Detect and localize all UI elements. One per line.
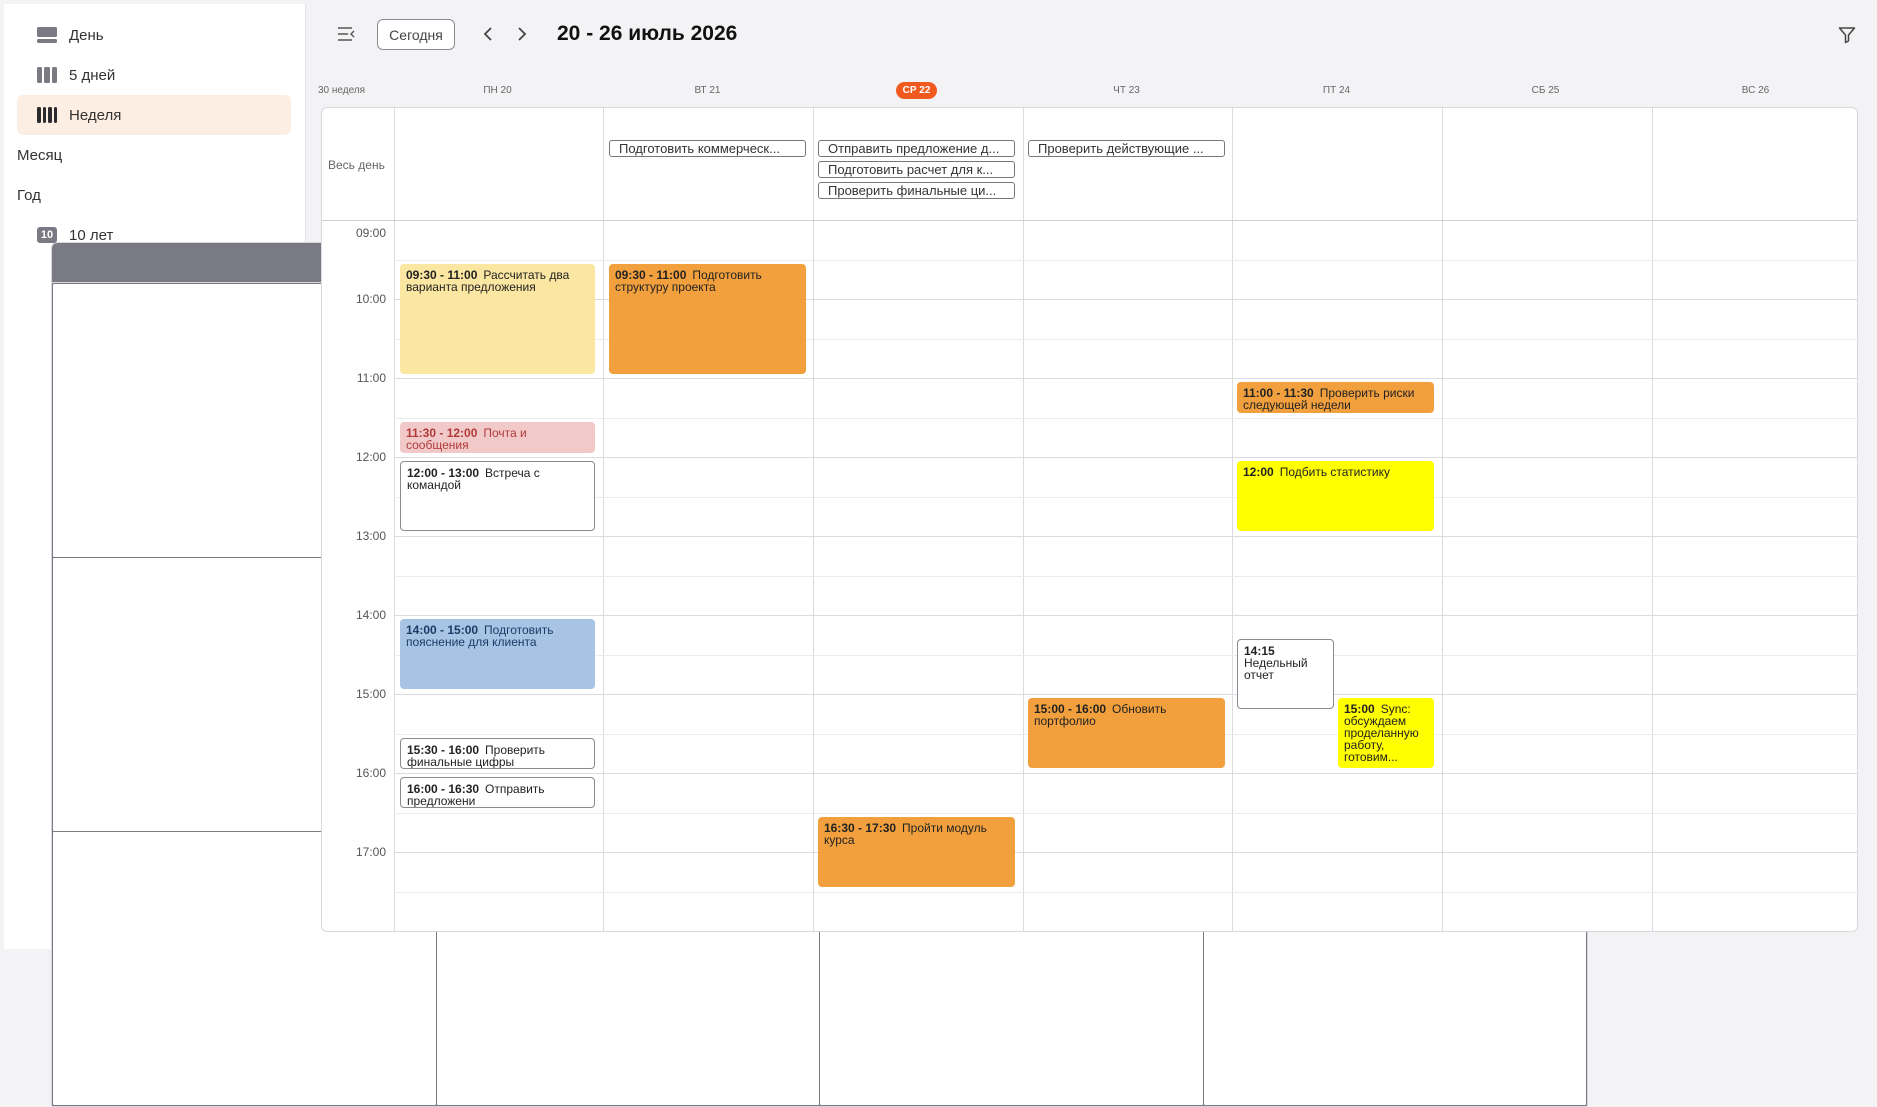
calendar-main: Сегодня 20 - 26 июль 2026 30 неделя ПН 2… — [307, 0, 1877, 949]
sidebar-item-five-days[interactable]: 5 дней — [17, 55, 291, 95]
all-day-label: Весь день — [328, 158, 385, 172]
week-number: 30 неделя — [318, 85, 366, 96]
time-label: 12:00 — [355, 450, 386, 464]
time-label: 15:00 — [355, 687, 386, 701]
time-label: 14:00 — [355, 608, 386, 622]
all-day-event[interactable]: Подготовить коммерческ... — [609, 140, 806, 157]
day-view-icon — [37, 27, 57, 43]
event[interactable]: 15:00 Sync: обсуждаем проделанную работу,… — [1338, 698, 1434, 768]
day-header-wed[interactable]: СР 22 — [812, 82, 1021, 99]
event-time: 12:00 — [1243, 465, 1274, 479]
day-header-thu[interactable]: ЧТ 23 — [1022, 85, 1231, 96]
day-header-sat[interactable]: СБ 25 — [1441, 85, 1650, 96]
today-button[interactable]: Сегодня — [377, 19, 455, 50]
all-day-event[interactable]: Подготовить расчет для к... — [818, 161, 1015, 178]
all-day-event[interactable]: Проверить действующие ... — [1028, 140, 1225, 157]
sidebar-item-year[interactable]: Год — [17, 175, 1588, 1107]
chevron-right-icon[interactable] — [514, 26, 528, 42]
event[interactable]: 14:15 Недельный отчет — [1237, 639, 1334, 709]
today-indicator: СР 22 — [895, 82, 938, 99]
event-title: Недельный отчет — [1244, 656, 1308, 682]
sidebar-item-label: 10 лет — [69, 226, 114, 244]
week-grid[interactable]: Весь день 09:00 10:00 11:00 12:00 13:00 … — [321, 107, 1858, 932]
all-day-event[interactable]: Проверить финальные ци... — [818, 182, 1015, 199]
chevron-left-icon[interactable] — [482, 26, 496, 42]
sidebar-item-label: Месяц — [17, 146, 63, 164]
sidebar-item-label: День — [69, 26, 104, 44]
time-label: 16:00 — [355, 766, 386, 780]
sidebar-item-day[interactable]: День — [17, 15, 291, 55]
event[interactable]: 11:00 - 11:30 Проверить риски следующей н… — [1237, 382, 1434, 413]
sidebar-item-week[interactable]: Неделя — [17, 95, 291, 135]
sidebar-item-label: Год — [17, 186, 41, 204]
event[interactable]: 12:00 Подбить статистику — [1237, 461, 1434, 531]
week-view-icon — [37, 107, 57, 123]
decade-view-icon: 10 — [37, 227, 57, 243]
time-label: 09:00 — [355, 226, 386, 240]
five-days-view-icon — [37, 67, 57, 83]
day-header-sun[interactable]: ВС 26 — [1651, 85, 1860, 96]
collapse-sidebar-icon[interactable] — [337, 26, 355, 42]
day-header-fri[interactable]: ПТ 24 — [1232, 85, 1441, 96]
event[interactable]: 14:00 - 15:00 Подготовить пояснение для к… — [400, 619, 595, 689]
view-sidebar: День 5 дней Неделя Месяц Год 10 10 лет — [4, 4, 1588, 1107]
event-title: Подбить статистику — [1279, 465, 1390, 479]
event[interactable]: 09:30 - 11:00 Подготовить структуру проек… — [609, 264, 806, 374]
time-label: 13:00 — [355, 529, 386, 543]
filter-icon[interactable] — [1838, 26, 1856, 44]
sidebar-item-label: 5 дней — [69, 66, 116, 84]
event[interactable]: 16:30 - 17:30 Пройти модуль курса — [818, 817, 1015, 887]
time-label: 17:00 — [355, 845, 386, 859]
sidebar-item-label: Неделя — [69, 106, 122, 124]
event[interactable]: 15:00 - 16:00 Обновить портфолио — [1028, 698, 1225, 768]
sidebar-item-decade[interactable]: 10 10 лет — [17, 215, 291, 255]
sidebar-item-month[interactable]: Месяц — [17, 135, 1588, 1067]
event[interactable]: 16:00 - 16:30 Отправить предложени — [400, 777, 595, 808]
event[interactable]: 12:00 - 13:00 Встреча с командой — [400, 461, 595, 531]
day-header-mon[interactable]: ПН 20 — [393, 85, 602, 96]
date-range-title: 20 - 26 июль 2026 — [557, 22, 738, 45]
time-label: 11:00 — [356, 371, 386, 385]
event[interactable]: 15:30 - 16:00 Проверить финальные цифры — [400, 738, 595, 769]
all-day-event[interactable]: Отправить предложение д... — [818, 140, 1015, 157]
event[interactable]: 09:30 - 11:00 Рассчитать два варианта пре… — [400, 264, 595, 374]
day-header-tue[interactable]: ВТ 21 — [603, 85, 812, 96]
time-label: 10:00 — [355, 292, 386, 306]
event[interactable]: 11:30 - 12:00 Почта и сообщения — [400, 422, 595, 453]
